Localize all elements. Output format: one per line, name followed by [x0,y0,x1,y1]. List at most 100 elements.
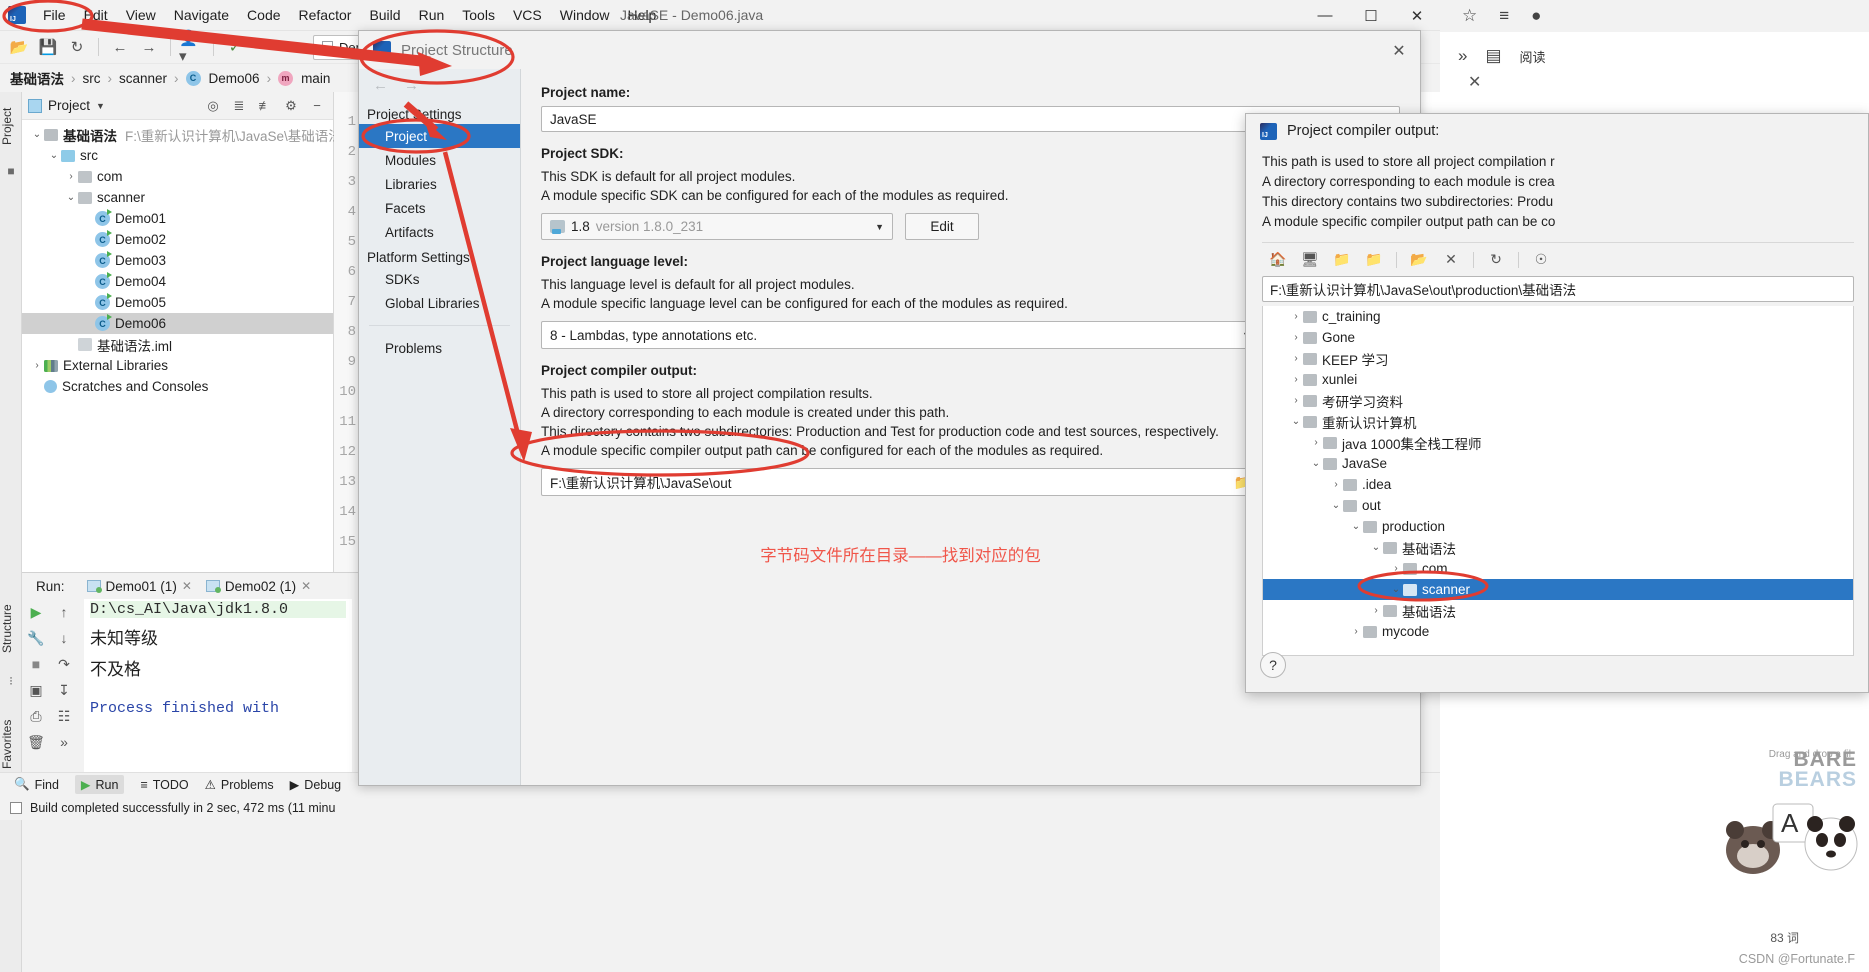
filter-icon[interactable]: ☷ [50,703,78,729]
tree-toggle-icon[interactable]: ⌄ [30,129,44,140]
refresh-icon[interactable]: ↻ [1486,250,1506,270]
more-icon[interactable]: » [1458,46,1467,66]
nav-item-sdks[interactable]: SDKs [359,267,520,291]
tree-toggle-icon[interactable]: › [1289,311,1303,322]
menu-item-refactor[interactable]: Refactor [290,3,361,27]
up-arrow-icon[interactable]: ↑ [50,599,78,625]
stop-icon[interactable]: ■ [22,651,50,677]
tree-toggle-icon[interactable]: › [1389,563,1403,574]
print-icon[interactable]: ⎙ [22,703,50,729]
project-tree-node[interactable]: ⌄ 基础语法 F:\重新认识计算机\JavaSe\基础语法 [22,124,342,145]
module-folder-icon[interactable]: 📁 [1364,250,1384,270]
project-tree-node[interactable]: ⌄ scanner [22,187,333,208]
tree-toggle-icon[interactable]: ⌄ [1329,500,1343,511]
menu-item-tools[interactable]: Tools [453,3,504,27]
close-icon[interactable]: ✕ [1468,72,1481,92]
reading-view-icon[interactable]: ▤ [1485,46,1501,66]
tree-toggle-icon[interactable]: ⌄ [1289,416,1303,427]
tree-toggle-icon[interactable]: › [1289,332,1303,343]
menu-item-file[interactable]: File [34,3,75,27]
sidebar-item-structure[interactable]: Structure [0,590,22,668]
project-sdk-dropdown[interactable]: 1.8 version 1.8.0_231 ▼ [541,213,893,240]
chooser-tree-node[interactable]: › .idea [1263,474,1853,495]
nav-item-artifacts[interactable]: Artifacts [359,220,520,244]
project-tree-node[interactable]: ⌄ src [22,145,333,166]
bottom-item-run[interactable]: ▶ Run [74,775,125,794]
desktop-icon[interactable]: 🖥 [1300,250,1320,270]
chooser-tree-node[interactable]: ⌄ 重新认识计算机 [1263,411,1853,432]
project-tree-node[interactable]: C Demo05 [22,292,333,313]
chooser-tree-node[interactable]: ⌄ 基础语法 [1263,537,1853,558]
chooser-tree-node[interactable]: › xunlei [1263,369,1853,390]
scroll-end-icon[interactable]: ↧ [50,677,78,703]
back-icon[interactable]: ← [107,34,133,60]
tree-toggle-icon[interactable]: ⌄ [64,192,78,203]
project-tree-node[interactable]: › com [22,166,333,187]
forward-icon[interactable]: → [136,34,162,60]
close-button[interactable]: ✕ [1394,0,1440,31]
sync-icon[interactable]: ↻ [64,34,90,60]
tree-toggle-icon[interactable]: › [30,360,44,371]
chooser-tree-node[interactable]: › Gone [1263,327,1853,348]
chooser-tree-node[interactable]: › java 1000集全栈工程师 [1263,432,1853,453]
project-tree-node[interactable]: › External Libraries [22,355,333,376]
menu-item-run[interactable]: Run [410,3,454,27]
tree-toggle-icon[interactable]: › [1369,605,1383,616]
tree-toggle-icon[interactable]: › [1329,479,1343,490]
project-tree-node[interactable]: 基础语法.iml [22,334,333,355]
nav-item-modules[interactable]: Modules [359,148,520,172]
breadcrumb-item-module[interactable]: 基础语法 [10,68,64,88]
tree-toggle-icon[interactable]: › [1289,395,1303,406]
chooser-tree-node[interactable]: ⌄ out [1263,495,1853,516]
camera-icon[interactable]: ▣ [22,677,50,703]
build-icon[interactable]: ✓ [222,34,248,60]
favorite-star-icon[interactable]: ☆ [1462,6,1477,26]
tab-demo01[interactable]: Demo01 (1) ✕ [86,579,192,594]
chooser-tree-node[interactable]: › 基础语法 [1263,600,1853,621]
more-icon[interactable]: » [50,729,78,755]
tree-toggle-icon[interactable]: › [1289,374,1303,385]
project-tree-node[interactable]: Scratches and Consoles [22,376,333,397]
nav-item-global-libraries[interactable]: Global Libraries [359,291,520,315]
project-tree-node[interactable]: C Demo01 [22,208,333,229]
settings-wrench-icon[interactable]: 🔧 [22,625,50,651]
nav-item-problems[interactable]: Problems [359,336,520,360]
chooser-tree-node[interactable]: ⌄ production [1263,516,1853,537]
chooser-tree-node[interactable]: › mycode [1263,621,1853,642]
sidebar-item-project[interactable]: Project [0,94,22,158]
menu-item-navigate[interactable]: Navigate [165,3,238,27]
project-tree-node[interactable]: C Demo02 [22,229,333,250]
project-tree-node[interactable]: C Demo04 [22,271,333,292]
chooser-path-input[interactable]: F:\重新认识计算机\JavaSe\out\production\基础语法 [1262,276,1854,302]
project-tree-node[interactable]: C Demo06 [22,313,333,334]
edit-sdk-button[interactable]: Edit [905,213,979,240]
minimize-button[interactable]: — [1302,0,1348,31]
language-level-dropdown[interactable]: 8 - Lambdas, type annotations etc. ▼ [541,321,1260,349]
bottom-item-debug[interactable]: ▶ Debug [290,777,341,793]
collections-icon[interactable]: ≡ [1499,6,1509,26]
project-tree[interactable]: ⌄ 基础语法 F:\重新认识计算机\JavaSe\基础语法 ⌄ src › com ⌄ scan… [22,120,342,397]
close-icon-2[interactable]: ✕ [301,579,311,593]
chooser-tree-node[interactable]: ⌄ JavaSe [1263,453,1853,474]
tree-toggle-icon[interactable]: › [1349,626,1363,637]
locate-icon[interactable]: ◎ [203,96,223,116]
tree-toggle-icon[interactable]: › [1289,353,1303,364]
nav-forward-icon[interactable]: → [404,77,419,94]
bottom-item-todo[interactable]: ≡ TODO [140,778,188,792]
chooser-tree-node[interactable]: › com [1263,558,1853,579]
chooser-file-tree[interactable]: › c_training › Gone › KEEP 学习 › xunlei › 考研学习资料 ⌄ 重… [1262,306,1854,656]
nav-back-icon[interactable]: ← [373,77,388,94]
chevron-down-icon[interactable]: ▼ [96,101,105,111]
nav-item-libraries[interactable]: Libraries [359,172,520,196]
breadcrumb-item-src[interactable]: src [83,71,101,86]
bottom-item-problems[interactable]: ⚠ Problems [205,777,274,793]
tab-demo02[interactable]: Demo02 (1) ✕ [205,579,311,594]
trash-icon[interactable]: 🗑 [22,729,50,755]
tree-toggle-icon[interactable]: ⌄ [1309,458,1323,469]
menu-item-edit[interactable]: Edit [75,3,117,27]
profile-icon[interactable]: ● [1531,6,1541,26]
tree-toggle-icon[interactable]: › [64,171,78,182]
help-button[interactable]: ? [1260,652,1286,678]
chooser-tree-node[interactable]: › KEEP 学习 [1263,348,1853,369]
close-icon[interactable]: ✕ [182,579,192,593]
